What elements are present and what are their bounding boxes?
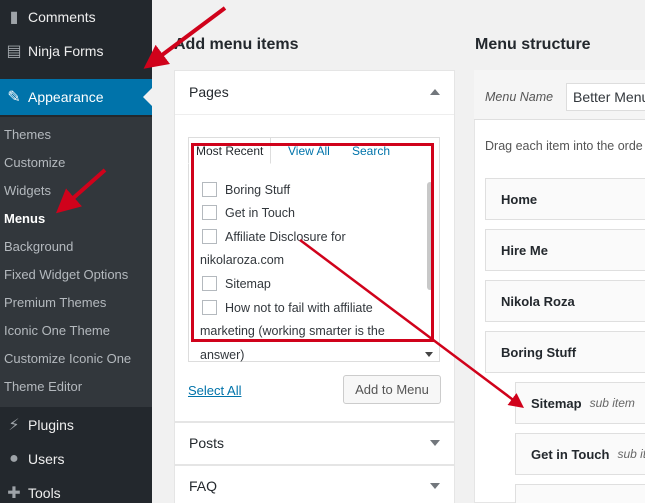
expand-down-icon[interactable]	[430, 440, 440, 446]
add-to-menu-button[interactable]: Add to Menu	[343, 375, 441, 404]
tab-most-recent[interactable]: Most Recent	[188, 137, 272, 164]
submenu-customize[interactable]: Customize	[4, 155, 65, 170]
sidebar-item-label: Comments	[28, 9, 96, 25]
faq-heading[interactable]: FAQ	[189, 478, 217, 494]
page-option-get-in-touch[interactable]: Get in Touch	[202, 205, 295, 220]
wrench-icon: ✚	[7, 485, 21, 502]
submenu-iconic-one-theme[interactable]: Iconic One Theme	[4, 323, 110, 338]
submenu-customize-iconic-one[interactable]: Customize Iconic One	[4, 351, 131, 366]
sidebar-item-plugins[interactable]: ⚡ Plugins	[0, 408, 152, 442]
page-option-affiliate-disclosure[interactable]: Affiliate Disclosure for	[202, 229, 346, 244]
menu-item-sitemap[interactable]: Sitemap sub item	[515, 382, 645, 424]
sidebar-item-ninja-forms[interactable]: ▤ Ninja Forms	[0, 34, 152, 68]
posts-heading[interactable]: Posts	[189, 435, 224, 451]
user-icon: ●	[9, 450, 19, 467]
page-option-boring-stuff[interactable]: Boring Stuff	[202, 182, 290, 197]
forms-icon: ▤	[6, 43, 22, 60]
page-option-sitemap[interactable]: Sitemap	[202, 276, 271, 291]
page-option-text-wrap: nikolaroza.com	[200, 253, 285, 267]
submenu-background[interactable]: Background	[4, 239, 73, 254]
submenu-menus[interactable]: Menus	[4, 211, 45, 226]
page-option-text-wrap: answer)	[200, 348, 245, 362]
submenu-fixed-widget-options[interactable]: Fixed Widget Options	[4, 267, 128, 282]
tab-search[interactable]: Search	[352, 138, 390, 165]
comment-icon: ▮	[9, 9, 19, 26]
scrollbar-thumb[interactable]	[427, 182, 433, 290]
sidebar-item-comments[interactable]: ▮ Comments	[0, 0, 152, 34]
menu-structure-title: Menu structure	[475, 36, 591, 53]
menu-item-hire-me[interactable]: Hire Me	[485, 229, 645, 271]
sidebar-item-label: Appearance	[28, 89, 104, 105]
sidebar-item-label: Users	[28, 451, 65, 467]
checkbox[interactable]	[202, 205, 217, 220]
menu-name-input[interactable]: Better Menu	[566, 83, 645, 111]
checkbox[interactable]	[202, 300, 217, 315]
checkbox[interactable]	[202, 182, 217, 197]
menu-item-partial[interactable]	[515, 484, 645, 503]
submenu-premium-themes[interactable]: Premium Themes	[4, 295, 106, 310]
drag-instructions: Drag each item into the orde	[485, 139, 643, 153]
expand-down-icon[interactable]	[430, 483, 440, 489]
sidebar-item-tools[interactable]: ✚ Tools	[0, 476, 152, 503]
menu-name-label: Menu Name	[485, 90, 554, 104]
divider	[175, 114, 454, 115]
add-menu-items-title: Add menu items	[174, 36, 299, 53]
sidebar-item-label: Plugins	[28, 417, 74, 433]
collapse-up-icon[interactable]	[430, 89, 440, 95]
sidebar-item-appearance[interactable]: ✎ Appearance	[0, 79, 152, 115]
menu-item-boring-stuff[interactable]: Boring Stuff	[485, 331, 645, 373]
submenu-themes[interactable]: Themes	[4, 127, 51, 142]
admin-sidebar: ▮ Comments ▤ Ninja Forms ✎ Appearance Th…	[0, 0, 152, 503]
checkbox[interactable]	[202, 229, 217, 244]
sidebar-item-label: Ninja Forms	[28, 43, 104, 59]
menu-item-get-in-touch[interactable]: Get in Touch sub it	[515, 433, 645, 475]
page-option-affiliate-marketing[interactable]: How not to fail with affiliate	[202, 300, 373, 315]
menu-item-nikola-roza[interactable]: Nikola Roza	[485, 280, 645, 322]
sidebar-item-label: Tools	[28, 485, 61, 501]
page-option-text-wrap: marketing (working smarter is the	[200, 324, 385, 338]
scroll-down-icon[interactable]	[425, 352, 433, 357]
menu-item-home[interactable]: Home	[485, 178, 645, 220]
tab-view-all[interactable]: View All	[288, 138, 330, 165]
appearance-submenu: Themes Customize Widgets Menus Backgroun…	[0, 117, 152, 407]
pages-heading[interactable]: Pages	[189, 84, 229, 100]
sidebar-item-users[interactable]: ● Users	[0, 442, 152, 476]
paintbrush-icon: ✎	[7, 89, 21, 106]
submenu-theme-editor[interactable]: Theme Editor	[4, 379, 82, 394]
submenu-widgets[interactable]: Widgets	[4, 183, 51, 198]
plugin-icon: ⚡	[8, 417, 20, 434]
select-all-link[interactable]: Select All	[188, 383, 241, 398]
checkbox[interactable]	[202, 276, 217, 291]
